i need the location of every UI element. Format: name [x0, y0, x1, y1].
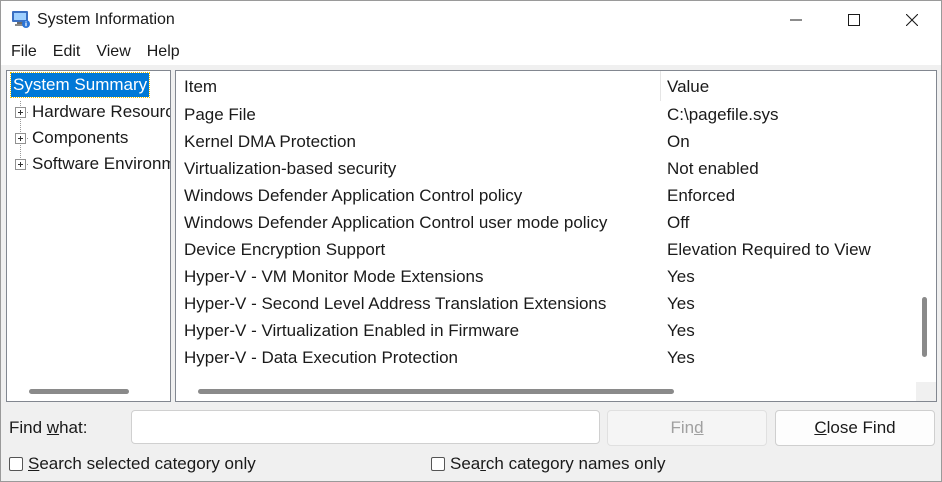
- maximize-icon: [848, 14, 860, 26]
- table-row[interactable]: Windows Defender Application Control pol…: [176, 183, 916, 210]
- row-item: Kernel DMA Protection: [184, 132, 356, 151]
- row-value: Yes: [667, 294, 695, 313]
- menu-edit[interactable]: Edit: [45, 39, 89, 65]
- row-item: Virtualization-based security: [184, 159, 397, 178]
- table-row[interactable]: Device Encryption Support Elevation Requ…: [176, 237, 916, 264]
- row-item: Device Encryption Support: [184, 240, 386, 259]
- table-row[interactable]: Page File C:\pagefile.sys: [176, 102, 916, 129]
- menu-view[interactable]: View: [88, 39, 138, 65]
- search-selected-category-label: Search selected category only: [28, 454, 256, 473]
- row-item: Page File: [184, 105, 256, 124]
- table-row[interactable]: Kernel DMA Protection On: [176, 129, 916, 156]
- row-value: Yes: [667, 267, 695, 286]
- tree-item-system-summary[interactable]: System Summary: [9, 72, 151, 98]
- table-row[interactable]: Hyper-V - Data Execution Protection Yes: [176, 345, 916, 372]
- tree-horizontal-scrollbar[interactable]: [29, 389, 129, 394]
- table-row[interactable]: Virtualization-based security Not enable…: [176, 156, 916, 183]
- horizontal-scrollbar-thumb[interactable]: [198, 389, 674, 394]
- close-button[interactable]: [883, 1, 941, 39]
- expand-icon[interactable]: [15, 159, 26, 170]
- search-selected-category-checkbox[interactable]: [9, 457, 23, 471]
- row-item: Hyper-V - Second Level Address Translati…: [184, 294, 607, 313]
- row-item: Windows Defender Application Control use…: [184, 213, 608, 232]
- title-bar[interactable]: System Information: [1, 1, 941, 39]
- expand-icon[interactable]: [15, 133, 26, 144]
- row-value: Enforced: [667, 186, 736, 205]
- row-value: Yes: [667, 348, 695, 367]
- row-item: Windows Defender Application Control pol…: [184, 186, 523, 205]
- system-information-window: System Information File Edit View Help S…: [0, 0, 942, 482]
- table-row[interactable]: Windows Defender Application Control use…: [176, 210, 916, 237]
- system-information-icon: [12, 11, 30, 28]
- find-what-label: Find what:: [9, 418, 88, 437]
- vertical-scrollbar-thumb[interactable]: [922, 297, 927, 357]
- find-button[interactable]: Fin d: [607, 410, 767, 446]
- row-item: Hyper-V - VM Monitor Mode Extensions: [184, 267, 484, 286]
- menu-help[interactable]: Help: [139, 39, 188, 65]
- row-value: Off: [667, 213, 690, 232]
- minimize-icon: [790, 19, 802, 21]
- row-value: Not enabled: [667, 159, 759, 178]
- menu-file[interactable]: File: [3, 39, 45, 65]
- tree-item-software-environment[interactable]: Software Environment: [32, 152, 170, 176]
- row-value: Elevation Required to View: [667, 240, 871, 259]
- search-category-names-label: Search category names only: [450, 454, 666, 473]
- maximize-button[interactable]: [825, 1, 883, 39]
- close-find-button[interactable]: Close Find: [775, 410, 935, 446]
- column-header-value[interactable]: Value: [667, 77, 709, 97]
- row-item: Hyper-V - Data Execution Protection: [184, 348, 459, 367]
- tree-item-components[interactable]: Components: [32, 126, 128, 150]
- table-row[interactable]: Hyper-V - Second Level Address Translati…: [176, 291, 916, 318]
- column-divider[interactable]: [660, 71, 661, 101]
- menu-bar: File Edit View Help: [1, 39, 941, 65]
- scroll-corner: [916, 382, 936, 401]
- tree-item-hardware-resources[interactable]: Hardware Resources: [32, 100, 170, 124]
- row-item: Hyper-V - Virtualization Enabled in Firm…: [184, 321, 520, 340]
- search-category-names-option[interactable]: Search category names only: [431, 454, 665, 474]
- category-tree[interactable]: System Summary Hardware Resources Compon…: [6, 70, 171, 402]
- row-value: Yes: [667, 321, 695, 340]
- row-value: C:\pagefile.sys: [667, 105, 779, 124]
- close-icon: [906, 14, 918, 26]
- row-value: On: [667, 132, 690, 151]
- table-row[interactable]: Hyper-V - Virtualization Enabled in Firm…: [176, 318, 916, 345]
- column-header-item[interactable]: Item: [184, 77, 217, 97]
- search-category-names-checkbox[interactable]: [431, 457, 445, 471]
- expand-icon[interactable]: [15, 107, 26, 118]
- find-what-input[interactable]: [131, 410, 600, 444]
- search-selected-category-option[interactable]: Search selected category only: [9, 454, 256, 474]
- details-list[interactable]: Item Value Page File C:\pagefile.sys Ker…: [175, 70, 937, 402]
- minimize-button[interactable]: [767, 1, 825, 39]
- table-row[interactable]: Hyper-V - VM Monitor Mode Extensions Yes: [176, 264, 916, 291]
- window-title: System Information: [37, 11, 175, 28]
